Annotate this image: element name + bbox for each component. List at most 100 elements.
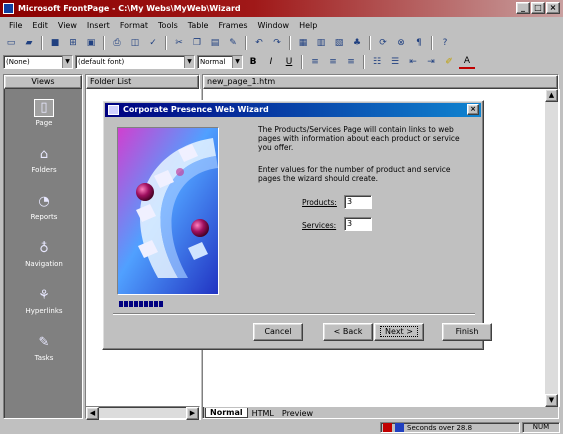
preview-icon[interactable]: ◫ bbox=[127, 35, 143, 50]
menu-help[interactable]: Help bbox=[294, 21, 322, 30]
menu-table[interactable]: Table bbox=[183, 21, 214, 30]
scroll-right-icon[interactable]: ▶ bbox=[186, 407, 199, 420]
finish-button[interactable]: Finish bbox=[442, 323, 492, 341]
view-page[interactable]: ▯ Page bbox=[4, 89, 84, 136]
publish-icon[interactable]: ⊞ bbox=[65, 35, 81, 50]
close-button[interactable]: × bbox=[546, 2, 560, 14]
progress-block bbox=[159, 301, 163, 307]
tab-html[interactable]: HTML bbox=[248, 409, 278, 418]
view-label: Tasks bbox=[34, 353, 54, 362]
editor-document-tab[interactable]: new_page_1.htm bbox=[203, 75, 558, 89]
cut-icon[interactable]: ✂ bbox=[171, 35, 187, 50]
wizard-close-button[interactable]: × bbox=[467, 104, 479, 115]
menu-edit[interactable]: Edit bbox=[27, 21, 53, 30]
insert-table-icon[interactable]: ▥ bbox=[313, 35, 329, 50]
copy-icon[interactable]: ❐ bbox=[189, 35, 205, 50]
minimize-button[interactable]: _ bbox=[516, 2, 530, 14]
wizard-title-bar[interactable]: Corporate Presence Web Wizard × bbox=[105, 103, 481, 117]
next-button[interactable]: Next > bbox=[374, 323, 424, 341]
help-icon[interactable]: ? bbox=[437, 35, 453, 50]
services-count-field[interactable]: 3 bbox=[344, 217, 372, 231]
chevron-down-icon[interactable]: ▼ bbox=[184, 55, 194, 68]
page-icon: ▯ bbox=[34, 98, 54, 117]
refresh-icon[interactable]: ⟳ bbox=[375, 35, 391, 50]
view-reports[interactable]: ◔ Reports bbox=[4, 183, 84, 230]
view-folders[interactable]: ⌂ Folders bbox=[4, 136, 84, 183]
toolbar-separator bbox=[431, 35, 433, 50]
bullets-icon[interactable]: ☰ bbox=[387, 54, 403, 69]
toolbar-separator bbox=[289, 35, 291, 50]
insert-picture-icon[interactable]: ▧ bbox=[331, 35, 347, 50]
menu-file[interactable]: File bbox=[4, 21, 27, 30]
download-icon bbox=[383, 423, 392, 432]
cancel-button[interactable]: Cancel bbox=[253, 323, 303, 341]
align-left-icon[interactable]: ≡ bbox=[307, 54, 323, 69]
download-time-status: Seconds over 28.8 bbox=[380, 422, 520, 433]
scroll-left-icon[interactable]: ◀ bbox=[86, 407, 99, 420]
view-label: Hyperlinks bbox=[25, 306, 63, 315]
view-label: Reports bbox=[30, 212, 58, 221]
new-page-icon[interactable]: ▭ bbox=[3, 35, 19, 50]
folder-horizontal-scrollbar[interactable]: ◀ ▶ bbox=[85, 406, 200, 420]
font-select[interactable]: (default font) ▼ bbox=[75, 54, 195, 69]
numbering-icon[interactable]: ☷ bbox=[369, 54, 385, 69]
progress-block bbox=[154, 301, 158, 307]
view-tasks[interactable]: ✎ Tasks bbox=[4, 324, 84, 371]
menu-format[interactable]: Format bbox=[115, 21, 153, 30]
maximize-button[interactable]: □ bbox=[531, 2, 545, 14]
increase-indent-icon[interactable]: ⇥ bbox=[423, 54, 439, 69]
toolbar-separator bbox=[245, 35, 247, 50]
paste-icon[interactable]: ▤ bbox=[207, 35, 223, 50]
view-hyperlinks[interactable]: ⚘ Hyperlinks bbox=[4, 277, 84, 324]
stop-icon[interactable]: ⊗ bbox=[393, 35, 409, 50]
font-size-select[interactable]: Normal ▼ bbox=[197, 54, 243, 69]
chevron-down-icon[interactable]: ▼ bbox=[62, 55, 72, 68]
products-count-field[interactable]: 3 bbox=[344, 195, 372, 209]
editor-vertical-scrollbar[interactable]: ▲ ▼ bbox=[545, 89, 558, 407]
reports-icon: ◔ bbox=[38, 194, 50, 209]
align-center-icon[interactable]: ≡ bbox=[325, 54, 341, 69]
tab-preview[interactable]: Preview bbox=[278, 409, 317, 418]
format-painter-icon[interactable]: ✎ bbox=[225, 35, 241, 50]
menu-view[interactable]: View bbox=[53, 21, 82, 30]
app-title-bar[interactable]: Microsoft FrontPage - C:\My Webs\MyWeb\W… bbox=[0, 0, 563, 17]
menu-insert[interactable]: Insert bbox=[82, 21, 115, 30]
bold-icon[interactable]: B bbox=[245, 54, 261, 69]
scroll-up-icon[interactable]: ▲ bbox=[545, 89, 558, 102]
align-right-icon[interactable]: ≡ bbox=[343, 54, 359, 69]
menu-tools[interactable]: Tools bbox=[153, 21, 183, 30]
hyperlink-icon[interactable]: ♣ bbox=[349, 35, 365, 50]
folder-list-icon[interactable]: ▣ bbox=[83, 35, 99, 50]
redo-icon[interactable]: ↷ bbox=[269, 35, 285, 50]
open-icon[interactable]: ▰ bbox=[21, 35, 37, 50]
wizard-graphic bbox=[118, 128, 218, 294]
toolbar-separator bbox=[41, 35, 43, 50]
page-status-icon bbox=[395, 423, 404, 432]
wizard-progress bbox=[119, 301, 163, 307]
font-color-icon[interactable]: A bbox=[459, 54, 475, 69]
window-controls: _ □ × bbox=[516, 2, 560, 14]
wizard-icon bbox=[108, 105, 119, 115]
decrease-indent-icon[interactable]: ⇤ bbox=[405, 54, 421, 69]
print-icon[interactable]: ⎙ bbox=[109, 35, 125, 50]
menu-frames[interactable]: Frames bbox=[213, 21, 252, 30]
undo-icon[interactable]: ↶ bbox=[251, 35, 267, 50]
style-value: (None) bbox=[6, 57, 30, 66]
toolbar-separator bbox=[301, 54, 303, 69]
italic-icon[interactable]: I bbox=[263, 54, 279, 69]
highlight-icon[interactable]: ✐ bbox=[441, 54, 457, 69]
save-icon[interactable]: ■ bbox=[47, 35, 63, 50]
insert-component-icon[interactable]: ▦ bbox=[295, 35, 311, 50]
tab-normal[interactable]: Normal bbox=[205, 408, 248, 418]
back-button[interactable]: < Back bbox=[323, 323, 373, 341]
underline-icon[interactable]: U bbox=[281, 54, 297, 69]
style-select[interactable]: (None) ▼ bbox=[3, 54, 73, 69]
spelling-icon[interactable]: ✓ bbox=[145, 35, 161, 50]
view-navigation[interactable]: ♁ Navigation bbox=[4, 230, 84, 277]
menu-window[interactable]: Window bbox=[253, 21, 295, 30]
frontpage-icon bbox=[3, 3, 14, 14]
chevron-down-icon[interactable]: ▼ bbox=[232, 55, 242, 68]
scroll-down-icon[interactable]: ▼ bbox=[545, 394, 558, 407]
show-all-icon[interactable]: ¶ bbox=[411, 35, 427, 50]
view-label: Folders bbox=[31, 165, 57, 174]
